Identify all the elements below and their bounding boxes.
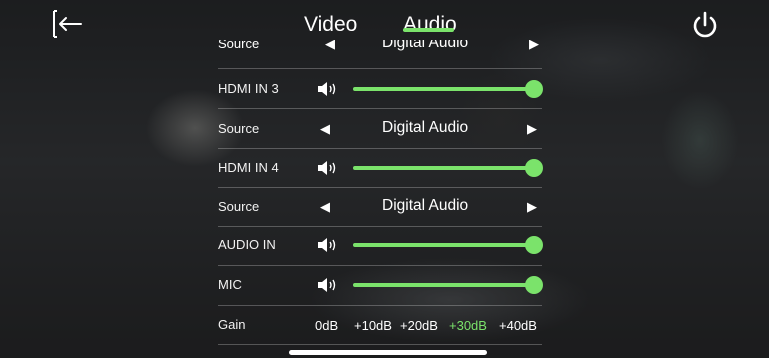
hdmi-in-4-volume-slider[interactable] <box>353 159 543 177</box>
slider-thumb[interactable] <box>525 276 543 294</box>
source-prev-arrow[interactable]: ◀ <box>325 40 335 52</box>
source-next-arrow[interactable]: ▶ <box>527 199 537 215</box>
slider-thumb[interactable] <box>525 80 543 98</box>
source-label: Source <box>218 40 260 51</box>
hdmi-in-4-row: HDMI IN 4 <box>218 148 543 187</box>
gain-option-10db[interactable]: +10dB <box>354 318 392 333</box>
mic-label: MIC <box>218 277 242 292</box>
gain-option-30db[interactable]: +30dB <box>449 318 487 333</box>
gain-label: Gain <box>218 317 246 332</box>
audio-in-row: AUDIO IN <box>218 225 543 264</box>
mic-volume-slider[interactable] <box>353 276 543 294</box>
speaker-icon[interactable] <box>317 276 339 294</box>
slider-track <box>353 87 534 91</box>
source-label: Source <box>218 199 260 214</box>
source-row-top: Source ◀ Digital Audio ▶ <box>218 40 542 54</box>
source-value: Digital Audio <box>382 197 469 214</box>
speaker-icon[interactable] <box>317 80 339 98</box>
hdmi-in-3-label: HDMI IN 3 <box>218 81 279 96</box>
source-prev-arrow[interactable]: ◀ <box>320 121 330 137</box>
slider-thumb[interactable] <box>525 236 543 254</box>
gain-option-40db[interactable]: +40dB <box>499 318 537 333</box>
hdmi-in-3-volume-slider[interactable] <box>353 80 543 98</box>
speaker-icon[interactable] <box>317 236 339 254</box>
audio-settings-screen: Video Audio Source ◀ Digital Audio ▶ HDM… <box>0 0 769 358</box>
tab-video[interactable]: Video <box>304 13 357 37</box>
source-label: Source <box>218 121 260 136</box>
gain-row: Gain 0dB +10dB +20dB +30dB +40dB <box>218 305 542 344</box>
tab-audio[interactable]: Audio <box>403 13 457 37</box>
source-value: Digital Audio <box>382 40 469 51</box>
slider-track <box>353 243 534 247</box>
slider-track <box>353 283 534 287</box>
mic-row: MIC <box>218 265 543 304</box>
hdmi-in-4-label: HDMI IN 4 <box>218 160 279 175</box>
home-indicator <box>289 350 487 355</box>
slider-track <box>353 166 534 170</box>
audio-in-label: AUDIO IN <box>218 237 276 252</box>
divider <box>218 344 542 345</box>
active-tab-underline <box>403 28 454 32</box>
gain-option-0db[interactable]: 0dB <box>315 318 338 333</box>
source-prev-arrow[interactable]: ◀ <box>320 199 330 215</box>
speaker-icon[interactable] <box>317 159 339 177</box>
hdmi-in-3-row: HDMI IN 3 <box>218 69 543 108</box>
source-row-hdmi-4: Source ◀ Digital Audio ▶ <box>218 187 542 226</box>
gain-option-20db[interactable]: +20dB <box>400 318 438 333</box>
source-next-arrow[interactable]: ▶ <box>529 40 539 52</box>
audio-in-volume-slider[interactable] <box>353 236 543 254</box>
source-next-arrow[interactable]: ▶ <box>527 121 537 137</box>
source-row-hdmi-3: Source ◀ Digital Audio ▶ <box>218 109 542 148</box>
source-value: Digital Audio <box>382 119 469 136</box>
slider-thumb[interactable] <box>525 159 543 177</box>
